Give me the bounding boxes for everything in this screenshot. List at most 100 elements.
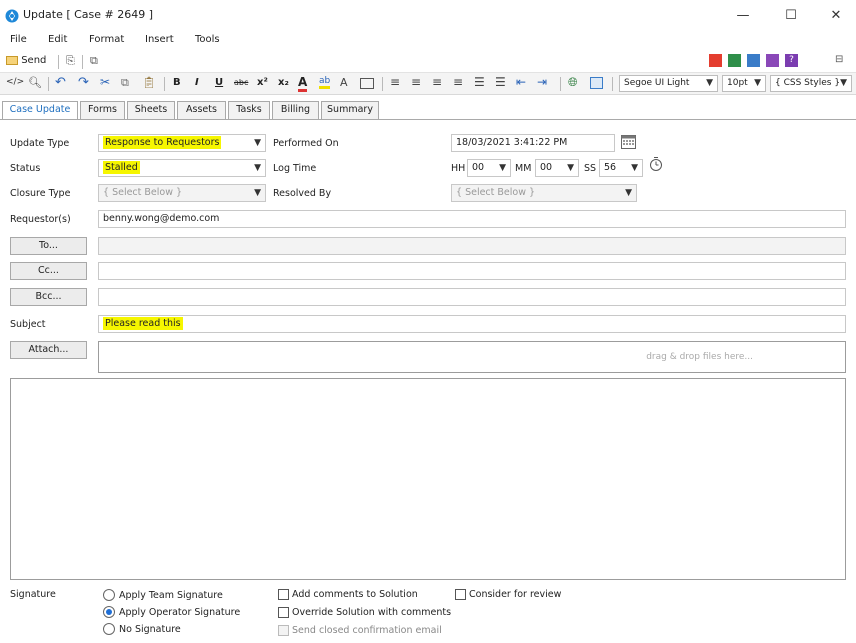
numbered-list-icon[interactable]: ☰	[495, 75, 506, 89]
subscript-icon[interactable]: x₂	[278, 77, 289, 88]
cut-icon[interactable]: ✂	[100, 75, 110, 89]
ss-select[interactable]: 56 ▼	[599, 159, 643, 177]
subject-field[interactable]: Please read this	[98, 315, 846, 333]
bold-icon[interactable]: B	[173, 77, 181, 88]
underline-icon[interactable]: U	[215, 77, 223, 88]
toolbar-separator	[164, 77, 165, 91]
send-closed-checkbox[interactable]	[278, 625, 289, 636]
window-title: Update [ Case # 2649 ]	[23, 8, 154, 21]
consider-review-checkbox[interactable]	[455, 589, 466, 600]
attachment-drop-zone[interactable]: drag & drop files here...	[98, 341, 846, 373]
superscript-icon[interactable]: x²	[257, 77, 268, 88]
close-button[interactable]: ✕	[816, 4, 856, 28]
subject-value: Please read this	[103, 317, 183, 330]
sheet-icon[interactable]	[728, 54, 741, 67]
font-select[interactable]: Segoe UI Light ▼	[619, 75, 718, 92]
report-icon[interactable]	[766, 54, 779, 67]
undo-icon[interactable]: ↶	[55, 75, 66, 90]
tab-tasks[interactable]: Tasks	[228, 101, 270, 119]
bcc-field[interactable]	[98, 288, 846, 306]
bcc-button[interactable]: Bcc...	[10, 288, 87, 306]
timer-icon[interactable]	[649, 156, 663, 172]
requestors-field[interactable]: benny.wong@demo.com	[98, 210, 846, 228]
font-size-icon[interactable]: A	[340, 76, 348, 89]
bullet-list-icon[interactable]: ☰	[474, 75, 485, 89]
strikethrough-icon[interactable]: abc	[234, 78, 248, 87]
css-styles-select[interactable]: { CSS Styles } ▼	[770, 75, 852, 92]
menu-format[interactable]: Format	[89, 34, 124, 45]
status-select[interactable]: Stalled ▼	[98, 159, 266, 177]
add-comments-checkbox[interactable]	[278, 589, 289, 600]
app-logo-icon	[5, 9, 19, 23]
highlight-icon[interactable]: ab	[319, 76, 331, 89]
paperclip-icon[interactable]: ⎘	[66, 54, 75, 68]
cc-button[interactable]: Cc...	[10, 262, 87, 280]
send-label: Send	[21, 55, 47, 66]
menu-edit[interactable]: Edit	[48, 34, 67, 45]
align-center-icon[interactable]: ≡	[411, 75, 421, 89]
chevron-down-icon: ▼	[754, 78, 761, 88]
send-closed-label: Send closed confirmation email	[292, 625, 442, 636]
form-icon[interactable]	[747, 54, 760, 67]
attach-button[interactable]: Attach...	[10, 341, 87, 359]
calendar-icon[interactable]	[621, 135, 636, 149]
add-comments-label: Add comments to Solution	[292, 589, 418, 600]
tab-case-update[interactable]: Case Update	[2, 101, 78, 120]
menu-insert[interactable]: Insert	[145, 34, 174, 45]
font-size-select[interactable]: 10pt ▼	[722, 75, 766, 92]
redo-icon[interactable]: ↷	[78, 75, 89, 90]
to-field[interactable]	[98, 237, 846, 255]
hh-label: HH	[451, 163, 466, 174]
outdent-icon[interactable]: ⇤	[516, 75, 526, 89]
override-solution-checkbox[interactable]	[278, 607, 289, 618]
italic-icon[interactable]: I	[195, 77, 199, 88]
indent-icon[interactable]: ⇥	[537, 75, 547, 89]
chevron-down-icon: ▼	[625, 188, 632, 198]
paste-icon[interactable]: 📋︎	[142, 76, 156, 89]
font-color-icon[interactable]: A	[298, 75, 308, 92]
maximize-button[interactable]: ☐	[771, 4, 811, 28]
pdf-icon[interactable]	[709, 54, 722, 67]
help-icon[interactable]: ?	[785, 54, 798, 67]
justify-icon[interactable]: ≡	[453, 75, 463, 89]
link-icon[interactable]: 🌐︎	[568, 75, 578, 90]
requestors-label: Requestor(s)	[10, 214, 71, 225]
update-type-select[interactable]: Response to Requestors ▼	[98, 134, 266, 152]
tab-billing[interactable]: Billing	[272, 101, 319, 119]
tab-assets[interactable]: Assets	[177, 101, 226, 119]
operator-signature-radio[interactable]	[103, 606, 115, 618]
status-label: Status	[10, 163, 41, 174]
html-source-icon[interactable]: </>	[6, 77, 24, 87]
copy-icon[interactable]: ⧉	[90, 54, 98, 68]
resolved-by-select[interactable]: { Select Below } ▼	[451, 184, 637, 202]
minimize-button[interactable]: —	[723, 4, 763, 28]
no-signature-label: No Signature	[119, 624, 181, 635]
align-left-icon[interactable]: ≡	[390, 75, 400, 89]
align-right-icon[interactable]: ≡	[432, 75, 442, 89]
update-type-value: Response to Requestors	[103, 136, 222, 149]
copy-icon[interactable]: ⧉	[121, 76, 129, 90]
closure-type-select[interactable]: { Select Below } ▼	[98, 184, 266, 202]
hh-select[interactable]: 00 ▼	[467, 159, 511, 177]
image-icon[interactable]	[590, 77, 603, 89]
expand-icon[interactable]: ⊟	[835, 54, 843, 65]
performed-on-field[interactable]: 18/03/2021 3:41:22 PM	[451, 134, 615, 152]
tab-sheets[interactable]: Sheets	[127, 101, 175, 119]
send-button[interactable]: Send	[6, 55, 46, 66]
tab-forms[interactable]: Forms	[80, 101, 125, 119]
horizontal-rule-icon[interactable]	[360, 78, 374, 89]
menu-tools[interactable]: Tools	[195, 34, 220, 45]
mm-select[interactable]: 00 ▼	[535, 159, 579, 177]
to-button[interactable]: To...	[10, 237, 87, 255]
mm-value: 00	[540, 162, 553, 173]
drop-hint: drag & drop files here...	[646, 352, 753, 362]
team-signature-radio[interactable]	[103, 589, 115, 601]
toolbar-separator	[382, 77, 383, 91]
preview-icon[interactable]: 🔍︎	[28, 76, 42, 89]
message-editor[interactable]	[10, 378, 846, 580]
no-signature-radio[interactable]	[103, 623, 115, 635]
cc-field[interactable]	[98, 262, 846, 280]
menu-file[interactable]: File	[10, 34, 27, 45]
log-time-label: Log Time	[273, 163, 317, 174]
tab-summary[interactable]: Summary	[321, 101, 379, 119]
